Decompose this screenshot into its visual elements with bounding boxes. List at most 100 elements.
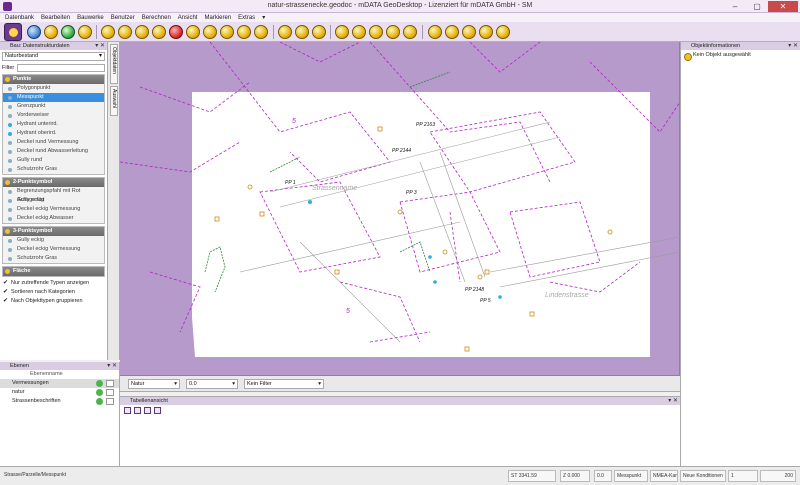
filter-icon[interactable]: [144, 406, 151, 414]
symbol-item[interactable]: Schutzrohr Gras: [3, 254, 104, 263]
symbol-item[interactable]: Deckel rund Vermessung: [3, 138, 104, 147]
status-nmea[interactable]: NMEA-Kanal: [650, 470, 678, 482]
group-header[interactable]: 2-Punktsymbol: [3, 178, 104, 187]
menu-more[interactable]: ▾: [262, 14, 265, 21]
symbol-item[interactable]: Deckel eckig Abwasser: [3, 214, 104, 223]
tool-icon[interactable]: [403, 25, 417, 39]
visible-icon[interactable]: [96, 398, 103, 405]
menu-ansicht[interactable]: Ansicht: [178, 15, 198, 21]
symbol-item[interactable]: Deckel rund Abwasserleitung: [3, 147, 104, 156]
point-label: PP 3: [406, 190, 417, 196]
symbol-label: Hydrant unterird.: [17, 121, 58, 127]
window-title: natur-strassenecke.geodoc - mDATA GeoDes…: [267, 2, 533, 9]
pin-icon[interactable]: ▾ ✕: [107, 362, 117, 370]
measure-icon[interactable]: [101, 25, 115, 39]
move-icon[interactable]: [203, 25, 217, 39]
layer-icon[interactable]: [135, 25, 149, 39]
symbol-item[interactable]: Begrenzungspfahl mit Rot Achsgerüst: [3, 187, 104, 203]
hand-icon[interactable]: [496, 25, 510, 39]
menu-berechnen[interactable]: Berechnen: [142, 15, 171, 21]
close-button[interactable]: ✕: [768, 1, 798, 12]
pan-icon[interactable]: [479, 25, 493, 39]
layer-select[interactable]: Natur ▾: [128, 378, 180, 389]
option-checkbox[interactable]: Nach Objekttypen gruppieren: [0, 297, 107, 306]
edit-icon[interactable]: [152, 25, 166, 39]
copy-icon[interactable]: [186, 25, 200, 39]
rotate-icon[interactable]: [220, 25, 234, 39]
value-select[interactable]: 0.0 ▾: [186, 378, 238, 389]
menu-benutzer[interactable]: Benutzer: [111, 15, 135, 21]
open-icon[interactable]: [27, 25, 41, 39]
layer-checkbox[interactable]: [106, 389, 114, 396]
split-icon[interactable]: [254, 25, 268, 39]
status-conditions[interactable]: Neue Konditionen: [680, 470, 726, 482]
symbol-item[interactable]: Schutzrohr Gras: [3, 165, 104, 174]
grid-icon[interactable]: [369, 25, 383, 39]
layer-row[interactable]: Strassenbeschriften: [0, 397, 119, 406]
symbol-item[interactable]: Polygonpunkt: [3, 84, 104, 93]
edit-row-icon[interactable]: [134, 406, 141, 414]
polyline-icon[interactable]: [295, 25, 309, 39]
symbol-item[interactable]: Hydrant unterird.: [3, 120, 104, 129]
coordinate-icon[interactable]: [386, 25, 400, 39]
app-menu-button[interactable]: [4, 23, 22, 41]
option-checkbox[interactable]: Sortieren nach Kategorien: [0, 288, 107, 297]
symbol-item[interactable]: Vorderweiser: [3, 111, 104, 120]
menu-markieren[interactable]: Markieren: [204, 15, 231, 21]
delete-icon[interactable]: [169, 25, 183, 39]
symbol-item[interactable]: Deckel eckig Vermessung: [3, 205, 104, 214]
zoom-extent-icon[interactable]: [462, 25, 476, 39]
layer-row[interactable]: Vermessungen: [0, 379, 119, 388]
zoom-out-icon[interactable]: [445, 25, 459, 39]
chevron-down-icon: ▾: [98, 53, 102, 59]
polygon-icon[interactable]: [312, 25, 326, 39]
refresh-icon[interactable]: [61, 25, 75, 39]
group-header[interactable]: Punkte: [3, 75, 104, 84]
minimize-button[interactable]: –: [724, 1, 746, 12]
symbol-label: Schutzrohr Gras: [17, 255, 58, 261]
layer-row[interactable]: natur: [0, 388, 119, 397]
symbol-item[interactable]: Messpunkt: [3, 93, 104, 102]
settings-icon[interactable]: [44, 25, 58, 39]
tab-objektdaten[interactable]: Objektdaten: [110, 44, 118, 84]
status-mode[interactable]: Messpunkt: [614, 470, 648, 482]
point-icon[interactable]: [278, 25, 292, 39]
pin-icon[interactable]: ▾ ✕: [668, 397, 678, 405]
tab-auswahl[interactable]: Auswahl: [110, 86, 118, 116]
snap-icon[interactable]: [352, 25, 366, 39]
menu-datenbank[interactable]: Datenbank: [5, 15, 34, 21]
menu-bauwerke[interactable]: Bauwerke: [77, 15, 104, 21]
symbol-item[interactable]: Deckel eckig Vermessung: [3, 245, 104, 254]
symbol-item[interactable]: Gully rund: [3, 156, 104, 165]
pin-icon[interactable]: ▾ ✕: [95, 42, 105, 50]
symbol-item[interactable]: Gully eckig: [3, 236, 104, 245]
group-header[interactable]: 3-Punktsymbol: [3, 227, 104, 236]
symbol-label: Deckel rund Abwasserleitung: [17, 148, 88, 154]
select-icon[interactable]: [335, 25, 349, 39]
menu-extras[interactable]: Extras: [238, 15, 255, 21]
options-list: Nur zutreffende Typen anzeigen Sortieren…: [0, 279, 107, 306]
filter-select[interactable]: Kein Filter ▾: [244, 378, 324, 389]
menu-bearbeiten[interactable]: Bearbeiten: [41, 15, 70, 21]
category-dropdown[interactable]: Naturbestand ▾: [2, 52, 105, 61]
symbol-item[interactable]: Grenzpunkt: [3, 102, 104, 111]
visible-icon[interactable]: [96, 389, 103, 396]
info-icon[interactable]: [78, 25, 92, 39]
layer-checkbox[interactable]: [106, 380, 114, 387]
layer-checkbox[interactable]: [106, 398, 114, 405]
symbol-icon: [8, 87, 12, 91]
symbol-item[interactable]: Hydrant oberird.: [3, 129, 104, 138]
scale-icon[interactable]: [237, 25, 251, 39]
filter-input[interactable]: [17, 63, 105, 72]
zoom-in-icon[interactable]: [428, 25, 442, 39]
maximize-button[interactable]: ▢: [746, 1, 768, 12]
map-canvas[interactable]: Strassenname Lindenstrasse PP 2163 PP 21…: [120, 42, 680, 376]
pin-icon[interactable]: ▾ ✕: [788, 42, 798, 50]
option-checkbox[interactable]: Nur zutreffende Typen anzeigen: [0, 279, 107, 288]
add-row-icon[interactable]: [124, 406, 131, 414]
group-header[interactable]: Fläche: [3, 267, 104, 276]
visible-icon[interactable]: [96, 380, 103, 387]
line-icon[interactable]: [118, 25, 132, 39]
symbol-item[interactable]: Gully eckig: [3, 196, 104, 205]
export-icon[interactable]: [154, 406, 161, 414]
